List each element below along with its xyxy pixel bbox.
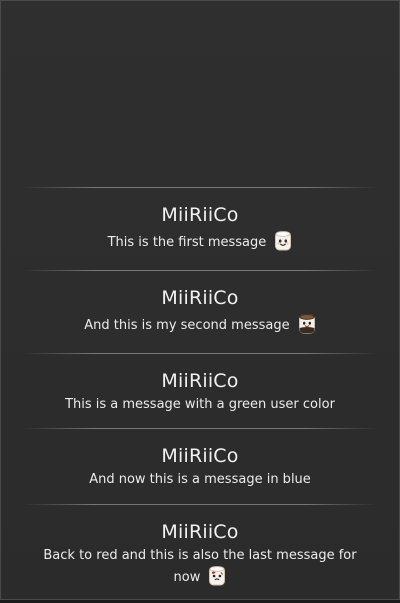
message-item: MiiRiiCo And this is my second message [1, 271, 399, 353]
message-item: MiiRiiCo And now this is a message in bl… [1, 429, 399, 504]
message-text-wrap: This is the first message [9, 230, 391, 252]
message-item: MiiRiiCo Back to red and this is also th… [1, 505, 399, 603]
message-text: And this is my second message [84, 318, 290, 333]
marshmallow-happy-icon [274, 230, 292, 252]
message-username: MiiRiiCo [161, 287, 239, 309]
message-username: MiiRiiCo [161, 370, 239, 392]
message-text: This is a message with a green user colo… [65, 397, 335, 412]
message-username: MiiRiiCo [161, 204, 239, 226]
message-username: MiiRiiCo [161, 521, 239, 543]
chat-panel: MiiRiiCo This is the first message MiiRi… [0, 0, 400, 600]
marshmallow-hurt-icon [208, 565, 226, 587]
message-item: MiiRiiCo This is the first message [1, 188, 399, 270]
message-text-wrap: Back to red and this is also the last me… [35, 547, 365, 587]
marshmallow-toast-icon [298, 313, 316, 335]
message-text-wrap: And this is my second message [9, 313, 391, 335]
message-item: MiiRiiCo This is a message with a green … [1, 354, 399, 428]
message-username: MiiRiiCo [161, 445, 239, 467]
message-text: Back to red and this is also the last me… [43, 548, 357, 585]
message-feed[interactable]: MiiRiiCo This is the first message MiiRi… [1, 187, 399, 599]
message-text: And now this is a message in blue [89, 472, 311, 487]
message-text: This is the first message [107, 235, 267, 250]
